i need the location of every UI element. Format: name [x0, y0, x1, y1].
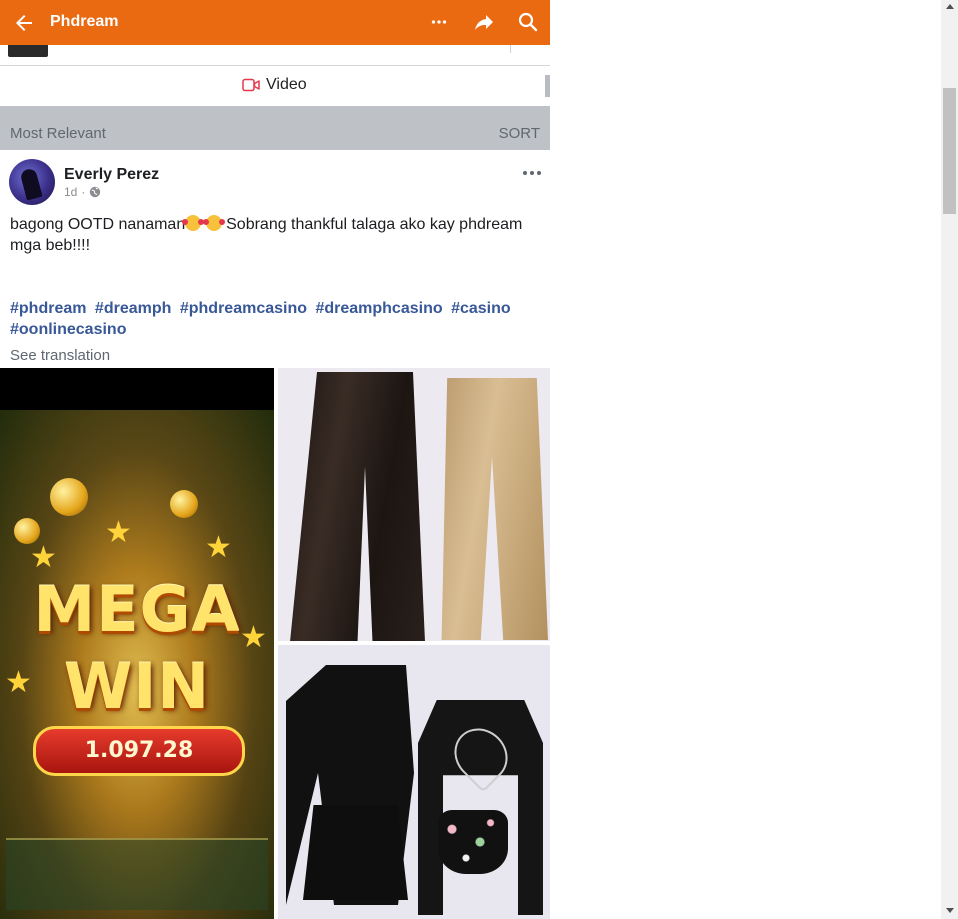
scrollbar-thumb[interactable]	[943, 88, 956, 214]
author-name[interactable]: Everly Perez	[64, 166, 159, 184]
post-card: Everly Perez 1d · bagong OOTD nanaman So…	[0, 150, 550, 919]
hashtag-link[interactable]: #casino	[451, 300, 511, 317]
win-amount: 1.097.28	[33, 726, 245, 776]
hashtag-list: #phdream #dreamph #phdreamcasino #dreamp…	[10, 298, 535, 340]
post-image-tops[interactable]	[278, 645, 550, 919]
post-time[interactable]: 1d	[64, 185, 77, 199]
more-horizontal-icon[interactable]	[428, 10, 450, 34]
divider	[510, 45, 511, 53]
hashtag-link[interactable]: #phdream	[10, 300, 86, 317]
hashtag-link[interactable]: #oonlinecasino	[10, 321, 126, 338]
search-icon[interactable]	[516, 10, 540, 34]
video-button[interactable]: Video	[242, 76, 307, 94]
tan-cargo-pants	[441, 378, 548, 640]
page-scrollbar[interactable]	[941, 0, 958, 919]
post-options-icon[interactable]	[521, 166, 543, 180]
black-leather-pants	[290, 372, 425, 641]
mega-text: MEGA	[33, 573, 241, 646]
previous-content-strip	[0, 45, 550, 66]
comment-sort-bar: Most Relevant SORT	[0, 106, 550, 150]
star-graphic: ★	[105, 516, 132, 549]
sort-current-label: Most Relevant	[10, 125, 106, 142]
star-graphic: ★	[30, 541, 57, 574]
meta-separator: ·	[81, 185, 86, 199]
floral-bag	[438, 810, 508, 874]
scroll-up-arrow-icon[interactable]	[946, 4, 954, 9]
arrow-left-icon[interactable]	[12, 11, 36, 35]
black-skirt	[303, 805, 408, 900]
game-controls-panel	[6, 838, 268, 910]
app-window: Phdream Video Most Relevant SORT Everly …	[0, 0, 550, 919]
star-graphic: ★	[205, 531, 232, 564]
post-meta: 1d ·	[64, 185, 101, 199]
video-bar: Video	[0, 66, 550, 106]
post-text-part1: bagong OOTD nanaman	[10, 216, 186, 233]
post-image-pants[interactable]	[278, 368, 550, 641]
horizontal-scroll-indicator[interactable]	[545, 75, 550, 97]
win-text: WIN	[63, 650, 211, 723]
video-label: Video	[266, 76, 307, 93]
globe-icon	[90, 186, 101, 198]
smiling-face-with-hearts-icon	[182, 215, 205, 231]
hashtag-link[interactable]: #dreamph	[95, 300, 171, 317]
video-camera-icon	[242, 78, 260, 92]
hashtag-link[interactable]: #dreamphcasino	[315, 300, 442, 317]
post-image-mega-win[interactable]: ★ ★ ★ ★ ★ MEGA WIN 1.097.28	[0, 368, 274, 919]
coin-graphic	[50, 478, 88, 516]
sort-button[interactable]: SORT	[499, 125, 540, 142]
share-icon[interactable]	[472, 10, 496, 34]
avatar[interactable]	[9, 159, 55, 205]
post-text: bagong OOTD nanaman Sobrang thankful tal…	[10, 214, 535, 256]
see-translation-link[interactable]: See translation	[10, 347, 110, 364]
coin-graphic	[170, 490, 198, 518]
scroll-down-arrow-icon[interactable]	[946, 908, 954, 913]
hashtag-link[interactable]: #phdreamcasino	[180, 300, 307, 317]
smiling-face-with-hearts-icon	[202, 215, 225, 231]
page-title: Phdream	[50, 13, 119, 30]
thumbnail[interactable]	[8, 45, 48, 57]
top-app-bar: Phdream	[0, 0, 550, 45]
